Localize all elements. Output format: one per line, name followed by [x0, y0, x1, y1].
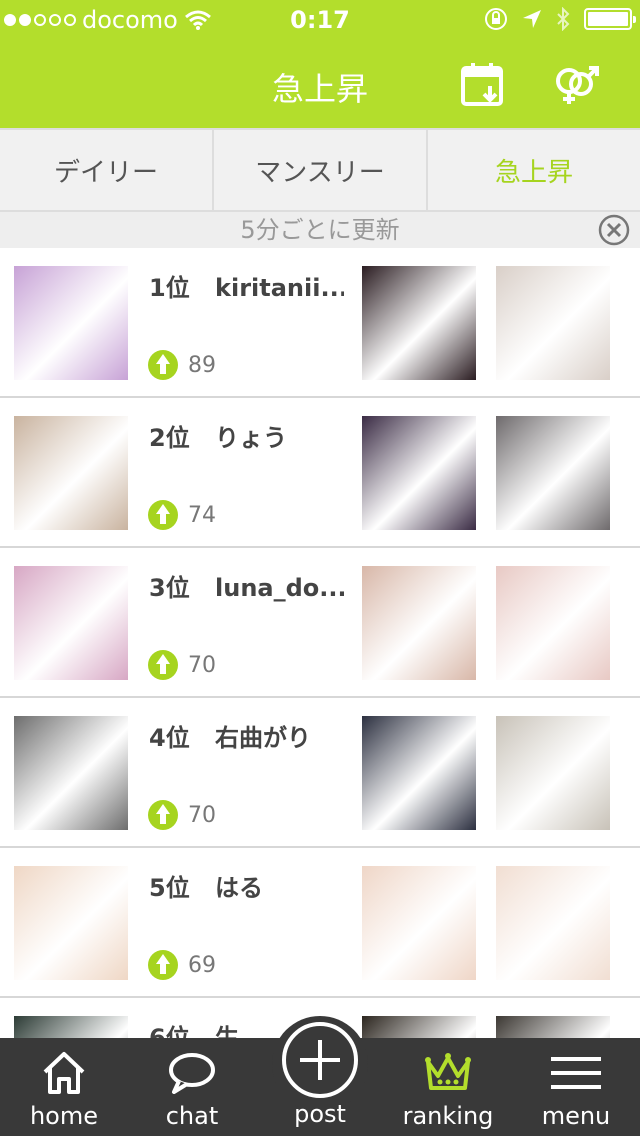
user-photo-1[interactable] [362, 716, 476, 830]
user-name[interactable]: はる [215, 874, 263, 902]
status-right [484, 7, 636, 31]
user-photo-1[interactable] [362, 1016, 476, 1038]
tabbar-ranking[interactable]: ranking [384, 1038, 512, 1136]
user-photo-1[interactable] [362, 566, 476, 680]
user-avatar[interactable] [14, 866, 128, 980]
ranking-row[interactable]: 4位 右曲がり 70 [0, 698, 640, 848]
status-bar: docomo 0:17 [0, 0, 640, 40]
score: 70 [148, 650, 216, 680]
rank-and-name: 5位 はる [149, 868, 344, 903]
update-notice: 5分ごとに更新 [0, 212, 640, 248]
period-tabs: デイリー マンスリー 急上昇 [0, 128, 640, 212]
score: 70 [148, 800, 216, 830]
user-avatar[interactable] [14, 416, 128, 530]
score: 69 [148, 950, 216, 980]
user-photo-2[interactable] [496, 716, 610, 830]
user-photo-2[interactable] [496, 266, 610, 380]
tabbar-chat-label: chat [165, 1102, 219, 1130]
bluetooth-icon [557, 7, 570, 31]
user-photo-2[interactable] [496, 1016, 610, 1038]
location-arrow-icon [523, 10, 541, 28]
tabbar-post-label: post [294, 1100, 346, 1128]
user-photo-2[interactable] [496, 416, 610, 530]
arrow-up-icon [148, 950, 178, 980]
rank-label: 5位 [149, 874, 190, 902]
score-value: 70 [188, 802, 216, 828]
rank-and-name: 1位 kiritanii... [149, 268, 344, 303]
rank-and-name: 4位 右曲がり [149, 718, 344, 753]
score-value: 69 [188, 952, 216, 978]
ranking-row[interactable]: 1位 kiritanii... 89 [0, 248, 640, 398]
user-photo-2[interactable] [496, 566, 610, 680]
page-title: 急上昇 [271, 70, 368, 108]
hamburger-menu-icon [551, 1057, 601, 1089]
score-value: 70 [188, 652, 216, 678]
tabbar-menu[interactable]: menu [512, 1038, 640, 1136]
ranking-list: 1位 kiritanii... 89 2位 りょう 74 3位 luna_do... 70 4位右… [0, 248, 640, 1038]
user-name[interactable]: 生 [215, 1024, 239, 1038]
gender-icon[interactable] [552, 62, 600, 108]
user-photo-1[interactable] [362, 416, 476, 530]
app-header: 急上昇 [0, 40, 640, 128]
user-avatar[interactable] [14, 566, 128, 680]
arrow-up-icon [148, 800, 178, 830]
score: 74 [148, 500, 216, 530]
tabbar-menu-label: menu [541, 1102, 611, 1130]
arrow-up-icon [148, 350, 178, 380]
user-photo-1[interactable] [362, 266, 476, 380]
user-photo-1[interactable] [362, 866, 476, 980]
score-value: 74 [188, 502, 216, 528]
arrow-up-icon [148, 500, 178, 530]
user-avatar[interactable] [14, 716, 128, 830]
tabbar-post[interactable]: post [256, 1022, 384, 1136]
update-notice-text: 5分ごとに更新 [240, 216, 400, 244]
user-name[interactable]: luna_do... [215, 574, 344, 602]
user-avatar[interactable] [14, 266, 128, 380]
tab-daily[interactable]: デイリー [0, 130, 214, 210]
rank-and-name: 3位 luna_do... [149, 568, 344, 603]
score: 89 [148, 350, 216, 380]
chat-bubble-icon [169, 1053, 215, 1094]
ranking-row[interactable]: 2位 りょう 74 [0, 398, 640, 548]
tabbar-home[interactable]: home [0, 1038, 128, 1136]
home-icon [43, 1052, 85, 1094]
user-name[interactable]: kiritanii... [215, 274, 344, 302]
ranking-row[interactable]: 3位 luna_do... 70 [0, 548, 640, 698]
rank-label: 1位 [149, 274, 190, 302]
rotation-lock-icon [485, 8, 507, 30]
close-circle-icon[interactable] [598, 214, 630, 246]
rank-and-name: 2位 りょう [149, 418, 344, 453]
calendar-icon[interactable] [460, 62, 508, 108]
user-avatar[interactable] [14, 1016, 128, 1038]
arrow-up-icon [148, 650, 178, 680]
crown-icon [425, 1053, 471, 1090]
plus-circle-icon [282, 1022, 358, 1098]
user-name[interactable]: 右曲がり [215, 724, 311, 752]
rank-label: 3位 [149, 574, 190, 602]
tab-monthly[interactable]: マンスリー [214, 130, 428, 210]
tabbar-chat[interactable]: chat [128, 1038, 256, 1136]
tabbar-home-label: home [29, 1102, 99, 1130]
user-name[interactable]: りょう [215, 424, 287, 452]
ranking-row[interactable]: 5位 はる 69 [0, 848, 640, 998]
rank-label: 2位 [149, 424, 190, 452]
tabbar-ranking-label: ranking [402, 1102, 494, 1130]
battery-icon [584, 8, 636, 30]
user-photo-2[interactable] [496, 866, 610, 980]
rank-label: 6位 [149, 1024, 190, 1038]
score-value: 89 [188, 352, 216, 378]
rank-label: 4位 [149, 724, 190, 752]
tab-rising[interactable]: 急上昇 [428, 130, 640, 210]
